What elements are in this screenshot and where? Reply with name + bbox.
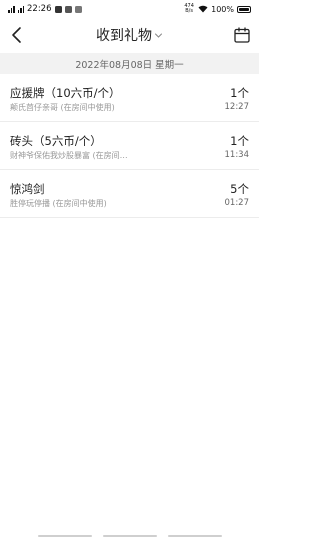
status-time: 22:26 bbox=[27, 4, 52, 14]
gift-item[interactable]: 砖头（5六币/个） 财神爷保佑我炒股暴富 (在房间… 1个 11:34 bbox=[0, 122, 259, 170]
page-title: 收到礼物 bbox=[96, 28, 152, 44]
title-dropdown[interactable]: 收到礼物 bbox=[96, 25, 163, 45]
battery-text: 100% bbox=[211, 4, 234, 14]
chevron-down-icon bbox=[155, 33, 162, 38]
app-icon bbox=[74, 5, 82, 13]
gift-time: 11:34 bbox=[224, 150, 250, 160]
signal-icon bbox=[8, 5, 15, 13]
date-label: 2022年08月08日 星期一 bbox=[75, 59, 184, 71]
date-bar: 2022年08月08日 星期一 bbox=[0, 53, 259, 74]
net-speed: 474 B/s bbox=[184, 3, 194, 14]
gift-sender: 颠氏茴仔亲哥 (在房间中使用) bbox=[10, 103, 115, 112]
calendar-icon[interactable] bbox=[233, 26, 251, 44]
gift-sender: 胜停玩停播 (在房间中使用) bbox=[10, 199, 107, 208]
status-left: 22:26 bbox=[8, 4, 82, 14]
wifi-icon bbox=[198, 5, 208, 13]
signal-icon-2 bbox=[17, 5, 24, 13]
gift-quantity: 1个 bbox=[230, 134, 249, 148]
gift-name: 惊鸿剑 bbox=[10, 182, 45, 196]
home-indicator[interactable] bbox=[103, 535, 157, 537]
gift-name: 应援牌（10六币/个） bbox=[10, 86, 121, 100]
gift-sender: 财神爷保佑我炒股暴富 (在房间… bbox=[10, 151, 128, 160]
back-icon[interactable] bbox=[8, 26, 26, 44]
nav-bar-segment bbox=[168, 535, 222, 537]
status-bar: 22:26 474 B/s 100% bbox=[0, 0, 259, 18]
header: 收到礼物 bbox=[0, 18, 259, 52]
gift-item[interactable]: 应援牌（10六币/个） 颠氏茴仔亲哥 (在房间中使用) 1个 12:27 bbox=[0, 74, 259, 122]
status-right: 474 B/s 100% bbox=[183, 4, 251, 14]
gift-quantity: 1个 bbox=[230, 86, 249, 100]
screen: 22:26 474 B/s 100% 收到礼物 2022年08月08日 星期一 … bbox=[0, 0, 259, 540]
gift-quantity: 5个 bbox=[230, 182, 249, 196]
gift-name: 砖头（5六币/个） bbox=[10, 134, 102, 148]
battery-icon bbox=[237, 5, 251, 13]
gift-item[interactable]: 惊鸿剑 胜停玩停播 (在房间中使用) 5个 01:27 bbox=[0, 170, 259, 218]
notification-icon bbox=[54, 5, 62, 13]
nav-bar-segment bbox=[38, 535, 92, 537]
gift-list: 应援牌（10六币/个） 颠氏茴仔亲哥 (在房间中使用) 1个 12:27 砖头（… bbox=[0, 74, 259, 218]
gallery-icon bbox=[64, 5, 72, 13]
gift-time: 12:27 bbox=[224, 102, 250, 112]
gift-time: 01:27 bbox=[224, 198, 250, 208]
